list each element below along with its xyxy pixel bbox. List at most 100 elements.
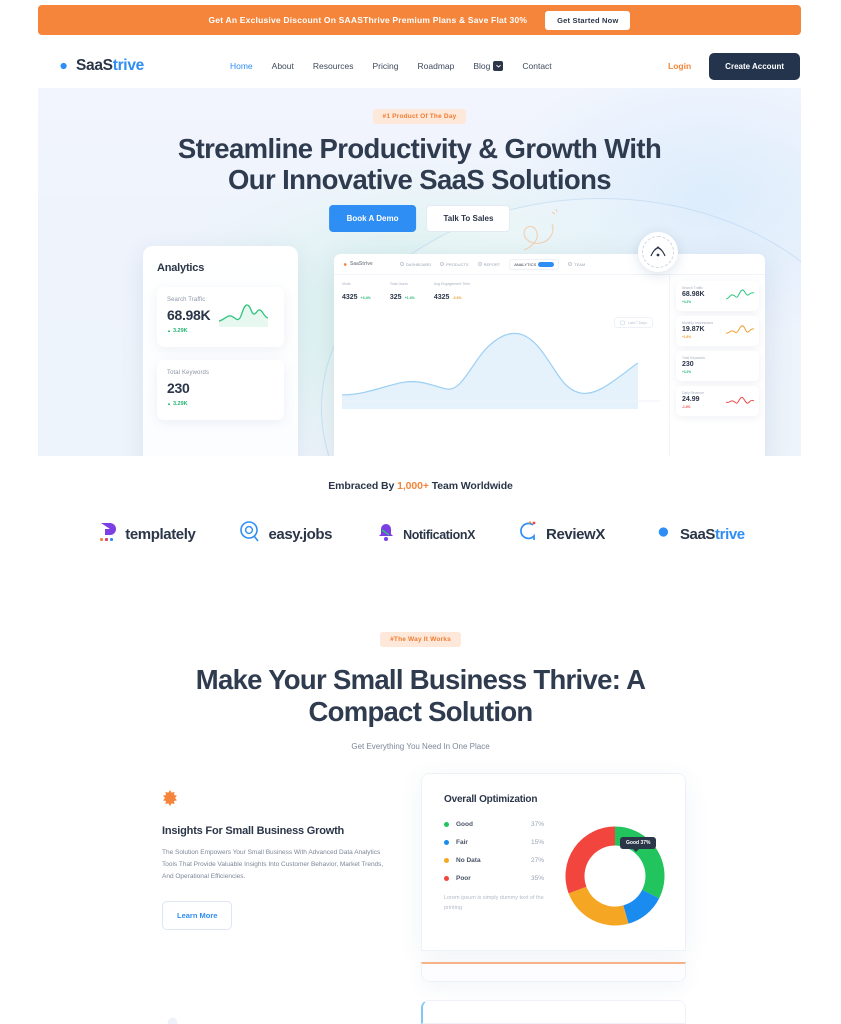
- reviewx-logo-icon: [519, 520, 539, 549]
- nav-item-home[interactable]: Home: [230, 61, 253, 71]
- brand-label: easy.jobs: [268, 526, 333, 543]
- landing-page: Get An Exclusive Discount On SAASThrive …: [0, 0, 841, 1024]
- hero-section: #1 Product Of The Day Streamline Product…: [38, 88, 801, 456]
- nav-item-blog[interactable]: Blog: [473, 60, 504, 72]
- circle-icon: [440, 262, 445, 266]
- dashboard-main-panel: Visits 4325 +3.4% Total Users 325 +1.4% Av…: [334, 275, 669, 456]
- brand-logo[interactable]: SaaStrive: [54, 57, 144, 75]
- chart-note: Lorem ipsum is simply dummy text of the …: [444, 895, 544, 912]
- next-section-icon: [166, 1016, 179, 1024]
- award-stamp-inner: [642, 236, 674, 268]
- nav-item-contact[interactable]: Contact: [522, 61, 551, 71]
- legend-label: Fair: [456, 839, 468, 846]
- kpi-change: +3.4%: [360, 296, 371, 300]
- dashboard-nav-team[interactable]: TEAM: [568, 262, 585, 267]
- brand-label: SaaStrive: [680, 526, 745, 543]
- stat-card-total-keywords: Total Keywords 230 3.29K: [157, 360, 284, 420]
- dashboard-nav-report[interactable]: REPORT: [477, 262, 500, 267]
- analytics-card-title: Analytics: [157, 262, 205, 274]
- legend-color-dot: [444, 840, 449, 845]
- legend-color-dot: [444, 822, 449, 827]
- kpi-value: 4325: [342, 294, 358, 301]
- learn-more-button[interactable]: Learn More: [162, 901, 233, 931]
- analytics-card: Analytics Search Traffic 68.98K 3.29K To…: [143, 246, 298, 456]
- donut-chart: Good 37%: [560, 821, 670, 936]
- promo-banner: Get An Exclusive Discount On SAASThrive …: [38, 5, 801, 35]
- hero-badge: #1 Product Of The Day: [372, 109, 467, 124]
- nav-item-resources[interactable]: Resources: [313, 61, 354, 71]
- talk-to-sales-button[interactable]: Talk To Sales: [426, 205, 511, 232]
- legend-color-dot: [444, 858, 449, 863]
- hero-title: Streamline Productivity & Growth With Ou…: [38, 133, 801, 195]
- brand-label-part2: trive: [715, 526, 745, 543]
- brand-notificationx: NotificationX: [376, 521, 475, 548]
- kpi-value-wrap: 4325 +3.4%: [342, 286, 371, 304]
- dashboard-nav: DASHBOARD PRODUCTS REPORT ANALYTICS TEAM: [399, 258, 585, 270]
- chart-title: Overall Optimization: [444, 794, 538, 805]
- legend-item-poor: Poor 35%: [444, 875, 544, 882]
- circle-icon: [568, 262, 573, 266]
- donut-slice-no-data[interactable]: [568, 886, 629, 926]
- chevron-down-icon[interactable]: [493, 61, 504, 72]
- award-stamp-icon: [638, 232, 678, 272]
- calendar-icon: [620, 320, 625, 325]
- sparkline-chart-icon: [218, 297, 276, 332]
- brands-title: Embraced By 1,000+ Team Worldwide: [0, 480, 841, 492]
- stat-delta: 3.29K: [167, 401, 274, 407]
- overall-optimization-card: Overall Optimization Good 37% Fair 15% N…: [421, 773, 686, 951]
- dashboard-mockup: SaaStrive DASHBOARD PRODUCTS REPORT ANAL…: [334, 254, 765, 456]
- chart-content: Good 37% Fair 15% No Data 27% Poor 35% L…: [444, 821, 665, 936]
- brand-templately: templately: [96, 520, 196, 549]
- dashboard-nav-dashboard[interactable]: DASHBOARD: [399, 262, 431, 267]
- nav-item-about[interactable]: About: [272, 61, 294, 71]
- kpi-value-wrap: 325 +1.4%: [390, 286, 415, 304]
- brand-label: NotificationX: [403, 527, 476, 542]
- mini-card-daily-revenue: Daily Revenue 24.99 -1.4%: [676, 386, 759, 416]
- book-a-demo-button[interactable]: Book A Demo: [328, 205, 417, 232]
- stat-value: 230: [167, 380, 190, 396]
- legend-color-dot: [444, 876, 449, 881]
- mini-card-monthly-impressions: Monthly Impressions 19.87K +1.8%: [676, 316, 759, 346]
- circle-icon: [399, 262, 404, 266]
- nav-item-blog-label: Blog: [473, 60, 491, 71]
- kpi-change: -0.6%: [452, 296, 462, 300]
- dashboard-nav-analytics[interactable]: ANALYTICS: [509, 258, 560, 270]
- brands-title-pre: Embraced By: [328, 480, 398, 492]
- chart-tooltip: Good 37%: [620, 837, 657, 852]
- orange-burst-icon: [162, 790, 178, 810]
- saastrive-logo-icon: [54, 58, 70, 74]
- legend-item-no-data: No Data 27%: [444, 857, 544, 864]
- sparkline-chart-icon: [725, 393, 755, 412]
- brand-label-part1: SaaS: [679, 526, 716, 543]
- legend-value: 37%: [530, 821, 544, 828]
- active-pill-indicator: [538, 261, 555, 267]
- stat-label: Total Keywords: [167, 370, 210, 376]
- brand-saastrive: SaaStrive: [649, 520, 745, 549]
- date-range-selector[interactable]: Last 7 Days: [614, 317, 653, 328]
- brand-label: templately: [125, 526, 196, 543]
- nav-item-roadmap[interactable]: Roadmap: [418, 61, 455, 71]
- dashboard-nav-products[interactable]: PRODUCTS: [440, 262, 469, 267]
- mini-card-change: +3.2%: [682, 370, 692, 374]
- templately-logo-icon: [96, 520, 118, 549]
- decorative-squiggle-icon: [518, 206, 564, 261]
- nav-item-pricing[interactable]: Pricing: [373, 61, 399, 71]
- mini-card-value: 230: [682, 361, 694, 368]
- brand-name: SaaStrive: [76, 57, 144, 75]
- legend-item-fair: Fair 15%: [444, 839, 544, 846]
- chart-legend: Good 37% Fair 15% No Data 27% Poor 35% L…: [444, 821, 544, 936]
- legend-value: 35%: [530, 875, 544, 882]
- hero-title-line2: Our Innovative SaaS Solutions: [228, 164, 612, 196]
- dashboard-body: Visits 4325 +3.4% Total Users 325 +1.4% Av…: [334, 275, 765, 456]
- get-started-now-button[interactable]: Get Started Now: [545, 10, 631, 30]
- donut-slice-poor[interactable]: [565, 826, 616, 894]
- create-account-button[interactable]: Create Account: [709, 52, 800, 80]
- mini-card-label: Total Keywords: [682, 356, 705, 360]
- kpi-value: 4325: [433, 294, 450, 301]
- circle-icon: [477, 262, 482, 266]
- date-range-label: Last 7 Days: [628, 320, 647, 325]
- kpi-visits: Visits 4325 +3.4%: [342, 282, 371, 304]
- login-link[interactable]: Login: [668, 61, 691, 71]
- kpi-value: 325: [389, 294, 402, 301]
- donut-slice-fair[interactable]: [622, 889, 660, 924]
